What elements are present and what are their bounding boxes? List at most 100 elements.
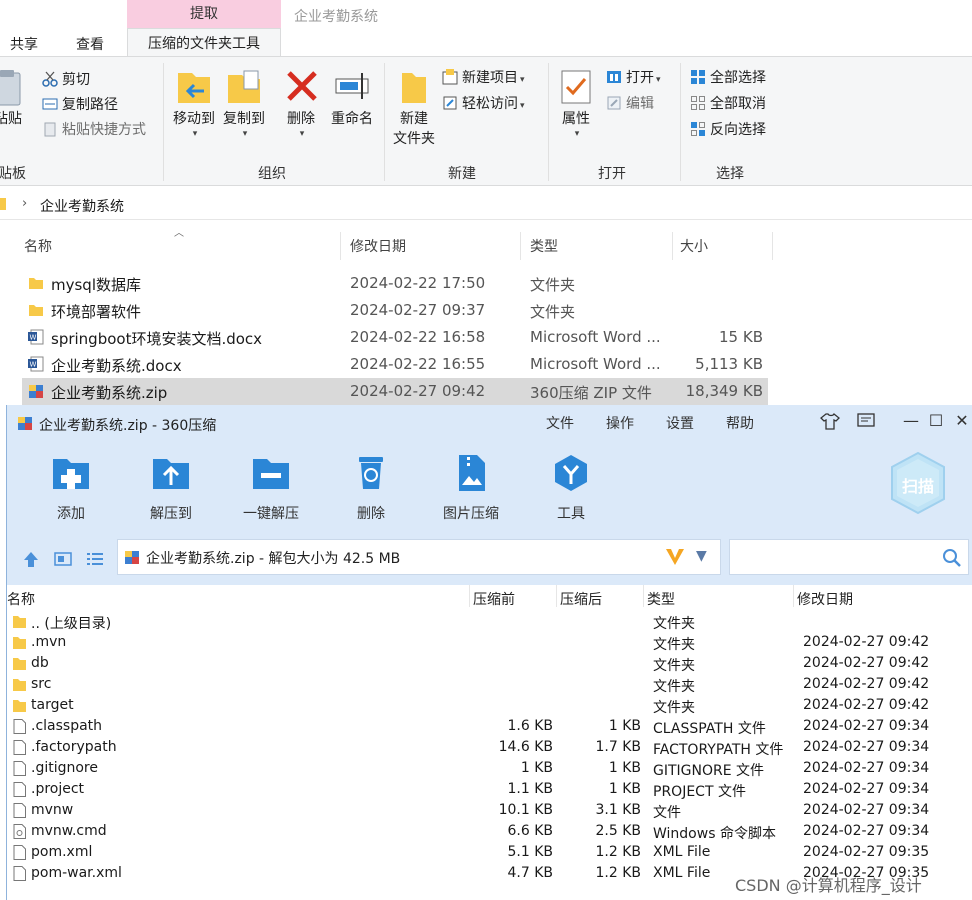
zip-file-row[interactable]: .classpath 1.6 KB 1 KB CLASSPATH 文件 2024-02-… (7, 716, 972, 737)
v-logo-icon[interactable] (664, 546, 686, 568)
select-none-button[interactable]: 全部取消 (690, 93, 766, 115)
easy-access-button[interactable]: 轻松访问 ▾ (442, 93, 525, 115)
add-button[interactable]: 添加 (51, 453, 91, 523)
zip-file-row[interactable]: db 文件夹 2024-02-27 09:42 (7, 653, 972, 674)
file-name: 企业考勤系统.zip (51, 384, 168, 402)
tools-button[interactable]: 工具 (551, 453, 591, 523)
tab-view[interactable]: 查看 (76, 34, 104, 54)
zip-file-after: 1.2 KB (595, 865, 642, 881)
zip-col-name[interactable]: 名称 (7, 589, 35, 609)
word-document-icon: W (28, 329, 44, 345)
zip-search-input[interactable] (729, 539, 969, 575)
file-row[interactable]: 环境部署软件 2024-02-27 09:37 文件夹 (22, 297, 768, 324)
file-row[interactable]: W springboot环境安装文档.docx 2024-02-22 16:58… (22, 324, 768, 351)
move-to-icon (174, 67, 214, 107)
zip-col-before[interactable]: 压缩前 (473, 589, 515, 609)
close-icon[interactable]: ✕ (950, 411, 972, 430)
zip-file-type: 文件夹 (653, 700, 695, 716)
properties-button[interactable]: 属性 ▾ (556, 67, 596, 139)
column-divider[interactable] (520, 232, 521, 260)
edit-button[interactable]: 编辑 (606, 93, 654, 115)
zip-file-row[interactable]: target 文件夹 2024-02-27 09:42 (7, 695, 972, 716)
tab-share[interactable]: 共享 (10, 34, 38, 54)
column-divider[interactable] (556, 585, 557, 607)
zip-file-row[interactable]: pom.xml 5.1 KB 1.2 KB XML File 2024-02-27 09… (7, 842, 972, 863)
zip-file-name: mvnw (31, 802, 74, 818)
file-row[interactable]: W 企业考勤系统.docx 2024-02-22 16:55 Microsoft… (22, 351, 768, 378)
copy-to-button[interactable]: 复制到 ▾ (220, 67, 268, 139)
zip-file-row[interactable]: mvnw.cmd 6.6 KB 2.5 KB Windows 命令脚本 2024-02-… (7, 821, 972, 842)
zip-file-date: 2024-02-27 09:42 (803, 676, 930, 692)
search-icon[interactable] (942, 548, 962, 568)
zip-col-type[interactable]: 类型 (647, 589, 675, 609)
skin-shirt-icon[interactable] (818, 411, 842, 435)
zip-file-row[interactable]: mvnw 10.1 KB 3.1 KB 文件 2024-02-27 09:34 (7, 800, 972, 821)
column-divider[interactable] (469, 585, 470, 607)
delete-button[interactable]: 删除 ▾ (283, 67, 319, 139)
menu-help[interactable]: 帮助 (726, 413, 754, 433)
address-bar[interactable]: › 企业考勤系统 (0, 190, 972, 220)
menu-operate[interactable]: 操作 (606, 413, 634, 433)
column-header-type[interactable]: 类型 (530, 236, 558, 256)
tab-compressed-folder-tools[interactable]: 压缩的文件夹工具 (127, 28, 281, 56)
zip-file-before: 5.1 KB (507, 844, 554, 860)
zip-path-field[interactable]: 企业考勤系统.zip - 解包大小为 42.5 MB ▼ (117, 539, 721, 575)
open-group-label: 打开 (598, 166, 626, 182)
scan-button[interactable]: 扫描 (889, 451, 947, 515)
file-row[interactable]: mysql数据库 2024-02-22 17:50 文件夹 (22, 270, 768, 297)
column-header-size[interactable]: 大小 (680, 236, 708, 256)
zip-delete-button[interactable]: 删除 (351, 453, 391, 523)
minimize-icon[interactable]: — (899, 411, 923, 430)
zip-file-row[interactable]: .project 1.1 KB 1 KB PROJECT 文件 2024-02-27 0… (7, 779, 972, 800)
open-button[interactable]: 打开 ▾ (606, 67, 661, 89)
column-header-name[interactable]: 名称 (24, 236, 52, 256)
zip-col-date[interactable]: 修改日期 (797, 589, 853, 609)
zip-file-row[interactable]: .gitignore 1 KB 1 KB GITIGNORE 文件 2024-02-27… (7, 758, 972, 779)
breadcrumb-item[interactable]: 企业考勤系统 (40, 196, 124, 216)
file-icon (13, 761, 26, 776)
column-divider[interactable] (672, 232, 673, 260)
up-arrow-icon[interactable] (21, 549, 41, 569)
zip-file-name: src (31, 676, 52, 692)
menu-file[interactable]: 文件 (546, 413, 574, 433)
image-compress-button[interactable]: 图片压缩 (441, 453, 501, 523)
rename-label: 重命名 (331, 111, 373, 127)
cut-button[interactable]: 剪切 (42, 69, 90, 91)
dropdown-arrow-icon[interactable]: ▼ (696, 548, 707, 564)
paste-shortcut-button[interactable]: 粘贴快捷方式 (42, 119, 146, 141)
feedback-icon[interactable] (854, 411, 878, 435)
column-header-date[interactable]: 修改日期 (350, 236, 406, 256)
delete-label: 删除 (287, 111, 315, 127)
zip-window: 企业考勤系统.zip - 360压缩 文件 操作 设置 帮助 — ☐ ✕ 添加 … (6, 405, 972, 900)
extract-to-button[interactable]: 解压到 (149, 453, 193, 523)
column-divider[interactable] (643, 585, 644, 607)
maximize-icon[interactable]: ☐ (924, 411, 948, 430)
new-folder-button[interactable]: 新建 文件夹 (390, 67, 438, 149)
rename-button[interactable]: 重命名 (328, 67, 376, 129)
menu-settings[interactable]: 设置 (666, 413, 694, 433)
zip-file-before: 1.1 KB (507, 781, 554, 797)
list-view-icon[interactable] (85, 549, 105, 569)
move-to-button[interactable]: 移动到 ▾ (170, 67, 218, 139)
column-divider[interactable] (793, 585, 794, 607)
column-divider[interactable] (340, 232, 341, 260)
column-divider[interactable] (772, 232, 773, 260)
clipboard-group-label: 贴板 (0, 166, 26, 182)
zip-file-type: 文件夹 (653, 679, 695, 695)
cmd-icon (13, 824, 26, 839)
zip-archive-icon (28, 383, 44, 399)
file-row-selected[interactable]: 企业考勤系统.zip 2024-02-27 09:42 360压缩 ZIP 文件… (22, 378, 768, 405)
zip-title-bar[interactable]: 企业考勤系统.zip - 360压缩 文件 操作 设置 帮助 — ☐ ✕ (7, 405, 972, 441)
zip-file-row[interactable]: .mvn 文件夹 2024-02-27 09:42 (7, 632, 972, 653)
invert-selection-button[interactable]: 反向选择 (690, 119, 766, 141)
zip-file-row[interactable]: src 文件夹 2024-02-27 09:42 (7, 674, 972, 695)
zip-file-row[interactable]: .. (上级目录) 文件夹 (7, 611, 972, 632)
thumbnail-view-icon[interactable] (53, 549, 73, 569)
paste-button[interactable]: 粘贴 (0, 67, 28, 129)
select-all-button[interactable]: 全部选择 (690, 67, 766, 89)
one-click-extract-button[interactable]: 一键解压 (241, 453, 301, 523)
zip-file-row[interactable]: .factorypath 14.6 KB 1.7 KB FACTORYPATH 文件 2… (7, 737, 972, 758)
zip-col-after[interactable]: 压缩后 (560, 589, 602, 609)
copy-path-button[interactable]: 复制路径 (42, 94, 118, 116)
new-item-button[interactable]: 新建项目 ▾ (442, 67, 525, 89)
